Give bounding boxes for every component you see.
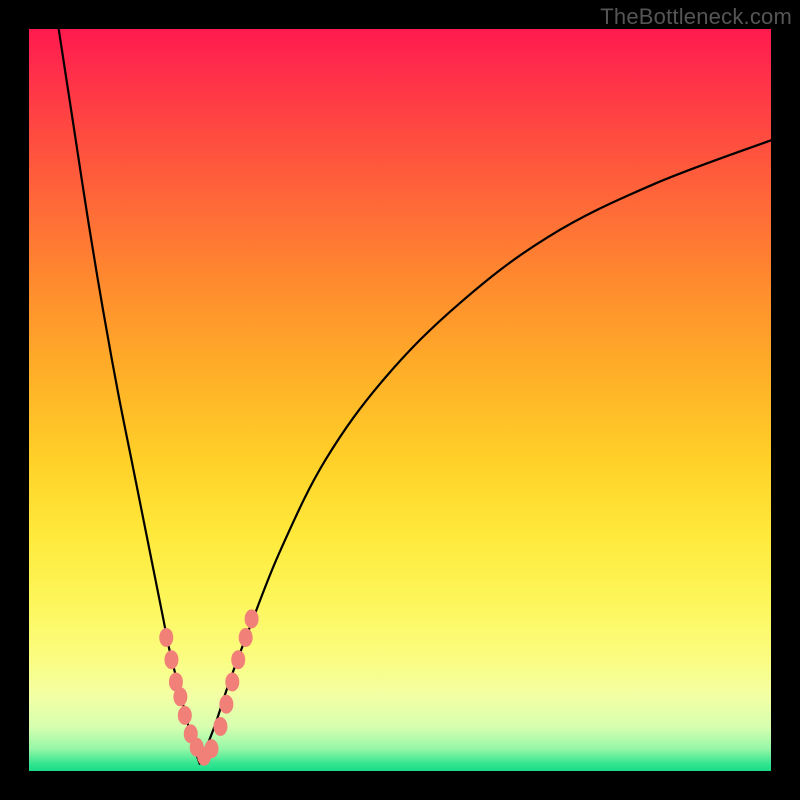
data-marker [160, 628, 173, 646]
data-marker [205, 740, 218, 758]
data-marker [178, 706, 191, 724]
chart-svg [29, 29, 771, 771]
data-marker [239, 628, 252, 646]
plot-area [29, 29, 771, 771]
marker-layer [160, 610, 258, 765]
chart-frame: TheBottleneck.com [0, 0, 800, 800]
data-marker [232, 651, 245, 669]
data-marker [245, 610, 258, 628]
data-marker [220, 695, 233, 713]
data-marker [214, 717, 227, 735]
data-marker [174, 688, 187, 706]
data-marker [226, 673, 239, 691]
curve-right-branch [200, 140, 771, 763]
curve-left-branch [59, 29, 200, 764]
curve-layer [59, 29, 771, 764]
data-marker [165, 651, 178, 669]
watermark-text: TheBottleneck.com [600, 4, 792, 30]
